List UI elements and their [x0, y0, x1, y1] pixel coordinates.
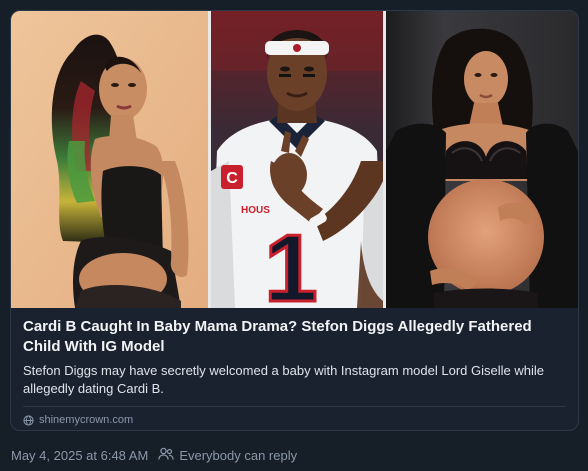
link-preview-title[interactable]: Cardi B Caught In Baby Mama Drama? Stefo…: [23, 317, 566, 357]
jersey-number: 1: [264, 215, 317, 308]
photo-football-player: C HOUS 1: [211, 11, 383, 308]
people-icon: [158, 447, 174, 464]
photo-pregnant-woman: [386, 11, 578, 308]
photo-woman-multicolor-hair: [11, 11, 208, 308]
link-preview-thumbnail[interactable]: C HOUS 1: [11, 11, 578, 308]
link-preview-card[interactable]: C HOUS 1 Cardi B Caught In Baby Mama Dra…: [10, 10, 579, 431]
jersey-captain-badge: C: [226, 170, 238, 187]
link-preview-description: Stefon Diggs may have secretly welcomed …: [23, 363, 544, 396]
link-preview-source: shinemycrown.com: [23, 414, 566, 426]
post-meta: May 4, 2025 at 6:48 AM Everybody can rep…: [11, 447, 297, 464]
post-timestamp[interactable]: May 4, 2025 at 6:48 AM: [11, 448, 148, 463]
globe-icon: [23, 414, 34, 426]
reply-setting-label: Everybody can reply: [179, 448, 298, 463]
reply-setting[interactable]: Everybody can reply: [158, 447, 297, 464]
link-preview-body: Cardi B Caught In Baby Mama Drama? Stefo…: [11, 308, 578, 426]
link-preview-divider: [23, 406, 566, 407]
post-detail: C HOUS 1 Cardi B Caught In Baby Mama Dra…: [0, 0, 588, 471]
link-preview-domain: shinemycrown.com: [39, 414, 134, 426]
